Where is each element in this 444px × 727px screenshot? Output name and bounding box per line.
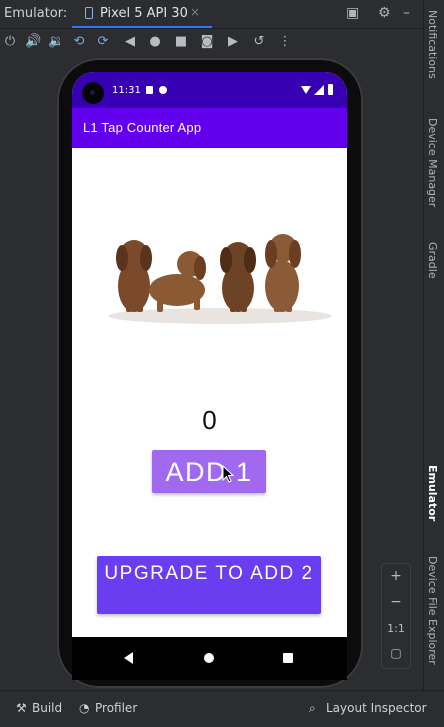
zoom-panel: + − 1:1 ▢ xyxy=(381,563,411,669)
gauge-icon: ◔ xyxy=(79,701,90,715)
layout-inspector-tab[interactable]: Layout Inspector xyxy=(326,701,427,715)
minimize-icon[interactable]: – xyxy=(403,5,410,21)
zoom-actual-size-button[interactable]: 1:1 xyxy=(382,622,410,635)
emulator-label: Emulator: xyxy=(4,6,68,21)
rotate-left-icon[interactable]: ⟲ xyxy=(71,33,87,51)
fit-screen-icon[interactable]: ▢ xyxy=(382,646,410,660)
phone-icon xyxy=(85,7,93,19)
status-bar: 11:31 xyxy=(72,72,347,108)
close-tab-icon[interactable]: × xyxy=(190,5,200,19)
layout-icon[interactable]: ▣ xyxy=(346,5,359,21)
nav-recents-icon[interactable] xyxy=(283,653,293,663)
power-icon[interactable]: ⏻ xyxy=(2,33,18,51)
nav-back-icon[interactable] xyxy=(124,652,133,664)
puppy-2 xyxy=(149,251,206,312)
right-tool-strip: Notifications Device Manager Gradle Emul… xyxy=(423,0,444,690)
zoom-in-button[interactable]: + xyxy=(382,568,410,584)
back-icon[interactable]: ◀ xyxy=(122,33,138,51)
more-icon[interactable]: ⋮ xyxy=(277,33,293,51)
puppy-3 xyxy=(220,242,256,312)
tab-emulator[interactable]: Emulator xyxy=(426,465,439,521)
bottom-tool-bar: ⚒ Build ◔ Profiler ⌕ Layout Inspector xyxy=(0,690,444,727)
tab-gradle[interactable]: Gradle xyxy=(426,242,439,279)
upgrade-button[interactable]: UPGRADE TO ADD 2 xyxy=(97,556,321,614)
profiler-tab[interactable]: Profiler xyxy=(95,701,137,715)
snapshot-icon[interactable]: ↺ xyxy=(251,33,267,51)
puppies-image xyxy=(108,234,332,324)
status-time: 11:31 xyxy=(112,85,141,96)
hammer-icon: ⚒ xyxy=(16,701,27,715)
record-icon[interactable]: ▶ xyxy=(225,33,241,51)
android-nav-bar xyxy=(72,637,347,680)
app-bar: L1 Tap Counter App xyxy=(72,108,347,148)
nav-home-icon[interactable] xyxy=(204,653,214,663)
notification-icon xyxy=(159,86,167,94)
tab-device-manager[interactable]: Device Manager xyxy=(426,118,439,207)
add-one-button[interactable]: ADD 1 xyxy=(152,450,266,493)
emulator-toolbar: ⏻ 🔊 🔉 ⟲ ⟳ ◀ ● ■ ◙ ▶ ↺ ⋮ xyxy=(0,29,424,57)
home-icon[interactable]: ● xyxy=(147,33,163,51)
tab-device-file-explorer[interactable]: Device File Explorer xyxy=(426,556,439,665)
wifi-icon xyxy=(301,86,311,94)
battery-icon xyxy=(328,84,333,95)
emulator-tab-bar: Emulator: Pixel 5 API 30 × ▣ ⚙ – xyxy=(0,0,424,29)
rotate-right-icon[interactable]: ⟳ xyxy=(95,33,111,51)
device-tab-label: Pixel 5 API 30 xyxy=(100,6,188,21)
mouse-cursor-icon xyxy=(222,465,234,483)
screenshot-icon[interactable]: ◙ xyxy=(199,33,215,51)
puppy-4 xyxy=(265,234,301,312)
sim-icon xyxy=(146,86,153,94)
device-tab[interactable]: Pixel 5 API 30 × xyxy=(72,0,212,28)
volume-up-icon[interactable]: 🔊 xyxy=(25,33,41,51)
tab-underline xyxy=(72,26,212,28)
layout-inspector-icon: ⌕ xyxy=(309,701,316,715)
build-tab[interactable]: Build xyxy=(32,701,62,715)
volume-down-icon[interactable]: 🔉 xyxy=(48,33,64,51)
phone-screen: 11:31 L1 Tap Counter App 0 ADD 1 UPGRADE… xyxy=(72,72,347,680)
overview-icon[interactable]: ■ xyxy=(173,33,189,51)
puppy-1 xyxy=(116,240,152,312)
tab-notifications[interactable]: Notifications xyxy=(426,10,439,79)
app-title: L1 Tap Counter App xyxy=(83,120,202,135)
signal-icon xyxy=(314,85,324,95)
zoom-out-button[interactable]: − xyxy=(382,594,410,610)
gear-icon[interactable]: ⚙ xyxy=(378,5,391,21)
camera-cutout-icon xyxy=(82,82,104,104)
tap-counter: 0 xyxy=(202,405,217,435)
